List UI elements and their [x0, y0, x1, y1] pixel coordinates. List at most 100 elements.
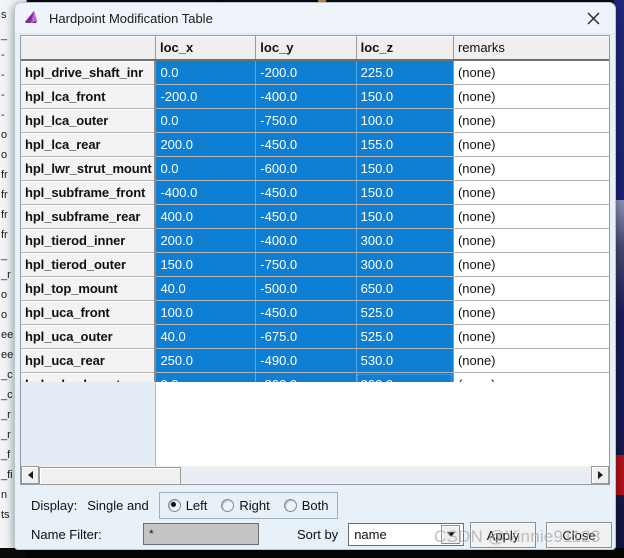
row-loc-z-cell[interactable]: 100.0 — [356, 108, 454, 133]
dialog-titlebar[interactable]: Hardpoint Modification Table — [15, 3, 615, 34]
row-loc-y-cell[interactable]: -450.0 — [255, 300, 357, 325]
row-loc-z-cell[interactable]: 150.0 — [356, 156, 454, 181]
table-row[interactable]: hpl_subframe_rear 400.0 -450.0 150.0 (none) — [21, 204, 609, 229]
row-loc-y-cell[interactable]: -490.0 — [255, 348, 357, 373]
row-loc-x-cell[interactable]: 40.0 — [155, 324, 257, 349]
row-loc-x-cell[interactable]: 40.0 — [155, 276, 257, 301]
column-header-remarks[interactable]: remarks — [453, 36, 609, 61]
row-remarks-cell[interactable]: (none) — [453, 180, 609, 205]
row-loc-z-cell[interactable]: 150.0 — [356, 180, 454, 205]
row-loc-y-cell[interactable]: -400.0 — [255, 84, 357, 109]
row-loc-y-cell[interactable]: -750.0 — [255, 108, 357, 133]
row-loc-x-cell[interactable]: 250.0 — [155, 348, 257, 373]
row-loc-x-cell[interactable]: 0.0 — [155, 108, 257, 133]
row-loc-y-cell[interactable]: -675.0 — [255, 324, 357, 349]
row-name-cell[interactable]: hpl_drive_shaft_inr — [21, 60, 157, 85]
row-name-cell[interactable]: hpl_lca_outer — [21, 108, 157, 133]
row-name-cell[interactable]: hpl_uca_outer — [21, 324, 157, 349]
sort-by-select[interactable]: name — [348, 522, 465, 546]
row-remarks-cell[interactable]: (none) — [453, 276, 609, 301]
row-loc-z-cell[interactable]: 300.0 — [356, 228, 454, 253]
table-row[interactable]: hpl_lca_front -200.0 -400.0 150.0 (none) — [21, 84, 609, 109]
row-loc-y-cell[interactable]: -450.0 — [255, 204, 357, 229]
row-remarks-cell[interactable]: (none) — [453, 204, 609, 229]
radio-left[interactable]: Left — [167, 498, 207, 513]
row-remarks-cell[interactable]: (none) — [453, 252, 609, 277]
scroll-left-arrow-icon[interactable] — [21, 466, 39, 484]
column-header-name[interactable] — [21, 36, 156, 61]
row-remarks-cell[interactable]: (none) — [453, 300, 609, 325]
row-loc-z-cell[interactable]: 525.0 — [356, 324, 454, 349]
table-row[interactable]: hpl_lca_outer 0.0 -750.0 100.0 (none) — [21, 108, 609, 133]
row-loc-x-cell[interactable]: 150.0 — [155, 252, 257, 277]
row-loc-z-cell[interactable]: 225.0 — [356, 60, 454, 85]
row-remarks-cell[interactable]: (none) — [453, 132, 609, 157]
row-loc-x-cell[interactable]: 100.0 — [155, 300, 257, 325]
row-name-cell[interactable]: hpl_tierod_outer — [21, 252, 157, 277]
row-name-cell[interactable]: hpl_subframe_rear — [21, 204, 157, 229]
row-loc-x-cell[interactable]: 400.0 — [155, 204, 257, 229]
row-loc-z-cell[interactable]: 650.0 — [356, 276, 454, 301]
display-options-row: Display: Single and Left Right Both — [31, 491, 338, 519]
row-name-cell[interactable]: hpl_lwr_strut_mount — [21, 156, 157, 181]
scroll-right-arrow-icon[interactable] — [591, 466, 609, 484]
row-loc-z-cell[interactable]: 300.0 — [356, 252, 454, 277]
row-loc-x-cell[interactable]: 0.0 — [155, 60, 257, 85]
row-loc-y-cell[interactable]: -200.0 — [255, 60, 357, 85]
row-loc-y-cell[interactable]: -750.0 — [255, 252, 357, 277]
close-icon[interactable] — [571, 4, 615, 33]
horizontal-scrollbar[interactable] — [20, 466, 610, 485]
row-loc-z-cell[interactable]: 155.0 — [356, 132, 454, 157]
hardpoint-table-container[interactable]: loc_x loc_y loc_z remarks hpl_drive_shaf… — [20, 35, 610, 467]
row-name-cell[interactable]: hpl_top_mount — [21, 276, 157, 301]
row-remarks-cell[interactable]: (none) — [453, 60, 609, 85]
row-remarks-cell[interactable]: (none) — [453, 324, 609, 349]
table-row[interactable]: hpl_subframe_front -400.0 -450.0 150.0 (none… — [21, 180, 609, 205]
close-button[interactable]: Close — [546, 522, 612, 548]
table-row[interactable]: hpl_lwr_strut_mount 0.0 -600.0 150.0 (none) — [21, 156, 609, 181]
column-header-loc-x[interactable]: loc_x — [155, 36, 257, 61]
row-loc-z-cell[interactable]: 530.0 — [356, 348, 454, 373]
row-loc-z-cell[interactable]: 150.0 — [356, 204, 454, 229]
scrollbar-thumb[interactable] — [39, 467, 181, 485]
radio-both[interactable]: Both — [283, 498, 329, 513]
row-loc-y-cell[interactable]: -400.0 — [255, 228, 357, 253]
row-remarks-cell[interactable]: (none) — [453, 108, 609, 133]
chevron-down-icon[interactable] — [441, 524, 461, 544]
row-loc-x-cell[interactable]: 0.0 — [155, 156, 257, 181]
radio-right[interactable]: Right — [221, 498, 270, 513]
apply-button[interactable]: Apply — [470, 522, 536, 548]
row-remarks-cell[interactable]: (none) — [453, 228, 609, 253]
row-name-cell[interactable]: hpl_uca_rear — [21, 348, 157, 373]
row-loc-y-cell[interactable]: -450.0 — [255, 180, 357, 205]
table-row[interactable]: hpl_uca_front 100.0 -450.0 525.0 (none) — [21, 300, 609, 325]
column-header-loc-y[interactable]: loc_y — [255, 36, 357, 61]
table-row[interactable]: hpl_lca_rear 200.0 -450.0 155.0 (none) — [21, 132, 609, 157]
row-name-cell[interactable]: hpl_lca_rear — [21, 132, 157, 157]
column-header-loc-z[interactable]: loc_z — [356, 36, 454, 61]
row-name-cell[interactable]: hpl_tierod_inner — [21, 228, 157, 253]
table-row[interactable]: hpl_uca_rear 250.0 -490.0 530.0 (none) — [21, 348, 609, 373]
table-row[interactable]: hpl_uca_outer 40.0 -675.0 525.0 (none) — [21, 324, 609, 349]
row-remarks-cell[interactable]: (none) — [453, 84, 609, 109]
row-loc-y-cell[interactable]: -500.0 — [255, 276, 357, 301]
row-name-cell[interactable]: hpl_uca_front — [21, 300, 157, 325]
table-row[interactable]: hpl_top_mount 40.0 -500.0 650.0 (none) — [21, 276, 609, 301]
row-loc-x-cell[interactable]: -200.0 — [155, 84, 257, 109]
table-row[interactable]: hpl_drive_shaft_inr 0.0 -200.0 225.0 (none) — [21, 60, 609, 85]
scrollbar-track[interactable] — [39, 467, 591, 485]
row-loc-x-cell[interactable]: 200.0 — [155, 228, 257, 253]
row-loc-y-cell[interactable]: -450.0 — [255, 132, 357, 157]
name-filter-input[interactable]: * — [143, 523, 259, 545]
row-loc-z-cell[interactable]: 525.0 — [356, 300, 454, 325]
table-row[interactable]: hpl_tierod_outer 150.0 -750.0 300.0 (none) — [21, 252, 609, 277]
row-name-cell[interactable]: hpl_lca_front — [21, 84, 157, 109]
row-loc-z-cell[interactable]: 150.0 — [356, 84, 454, 109]
row-loc-x-cell[interactable]: 200.0 — [155, 132, 257, 157]
row-loc-y-cell[interactable]: -600.0 — [255, 156, 357, 181]
table-row[interactable]: hpl_tierod_inner 200.0 -400.0 300.0 (none) — [21, 228, 609, 253]
row-name-cell[interactable]: hpl_subframe_front — [21, 180, 157, 205]
row-loc-x-cell[interactable]: -400.0 — [155, 180, 257, 205]
row-remarks-cell[interactable]: (none) — [453, 348, 609, 373]
row-remarks-cell[interactable]: (none) — [453, 156, 609, 181]
